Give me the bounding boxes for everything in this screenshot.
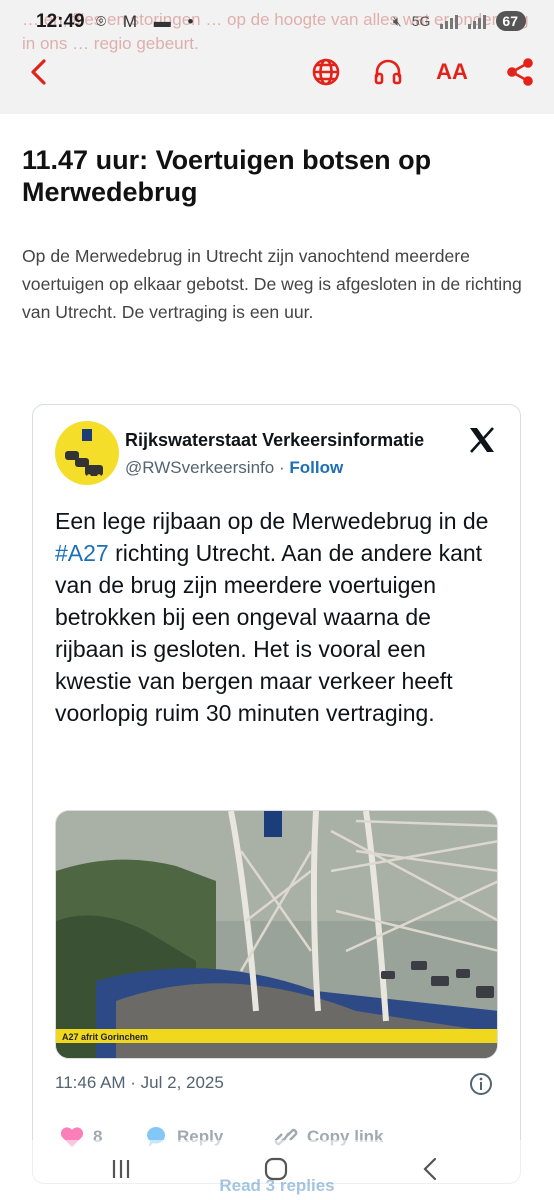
bridge-camera-image: A27 afrit Gorinchem [56,811,497,1058]
article-toolbar: AA [0,48,554,96]
avatar[interactable] [55,421,119,485]
top-bar: … en, files en storingen … op de hoogte … [0,0,554,114]
home-icon[interactable] [261,1156,291,1182]
tweet-text-end: richting Utrecht. Aan de andere kant van… [55,540,483,726]
headphones-icon[interactable] [370,54,406,90]
signal-icon-2 [468,13,487,29]
article-body: Op de Merwedebrug in Utrecht zijn vanoch… [22,246,522,322]
tweet-author-name[interactable]: Rijkswaterstaat Verkeersinformatie [125,430,424,451]
signal-icon [440,13,459,29]
embedded-tweet[interactable]: Rijkswaterstaat Verkeersinformatie @RWSv… [32,404,521,1184]
share-icon[interactable] [502,54,538,90]
tweet-text: Een lege rijbaan op de Merwedebrug in de… [55,505,505,729]
status-bar: 12:49 ⌾ M ▬ • 🔇︎ 5G 67 [0,0,554,46]
battery-indicator: 67 [496,11,526,31]
recent-apps-icon[interactable] [106,1156,136,1182]
hashtag-link[interactable]: #A27 [55,540,109,566]
article-title: 11.47 uur: Voertuigen botsen op Merwedeb… [22,145,432,207]
tweet-image[interactable]: A27 afrit Gorinchem [55,810,498,1059]
mute-icon: 🔇︎ [392,12,402,29]
info-icon[interactable] [469,1072,493,1096]
tweet-handle-line: @RWSverkeersinfo · Follow [125,458,343,478]
notification-icons: ⌾ M ▬ • [96,12,200,31]
back-arrow-icon[interactable] [22,54,58,90]
globe-icon[interactable] [308,54,344,90]
x-logo-icon[interactable] [467,425,497,455]
font-size-icon[interactable]: AA [434,54,470,90]
status-right: 🔇︎ 5G 67 [393,11,526,31]
tweet-text-start: Een lege rijbaan op de Merwedebrug in de [55,508,489,534]
follow-button[interactable]: Follow [289,458,343,477]
image-caption: A27 afrit Gorinchem [62,1032,148,1042]
tweet-handle[interactable]: @RWSverkeersinfo [125,458,274,477]
status-time: 12:49 [36,11,85,32]
tweet-timestamp[interactable]: 11:46 AM · Jul 2, 2025 [55,1073,224,1093]
separator: · [278,458,285,477]
network-label: 5G [411,13,431,29]
back-icon[interactable] [416,1156,446,1182]
